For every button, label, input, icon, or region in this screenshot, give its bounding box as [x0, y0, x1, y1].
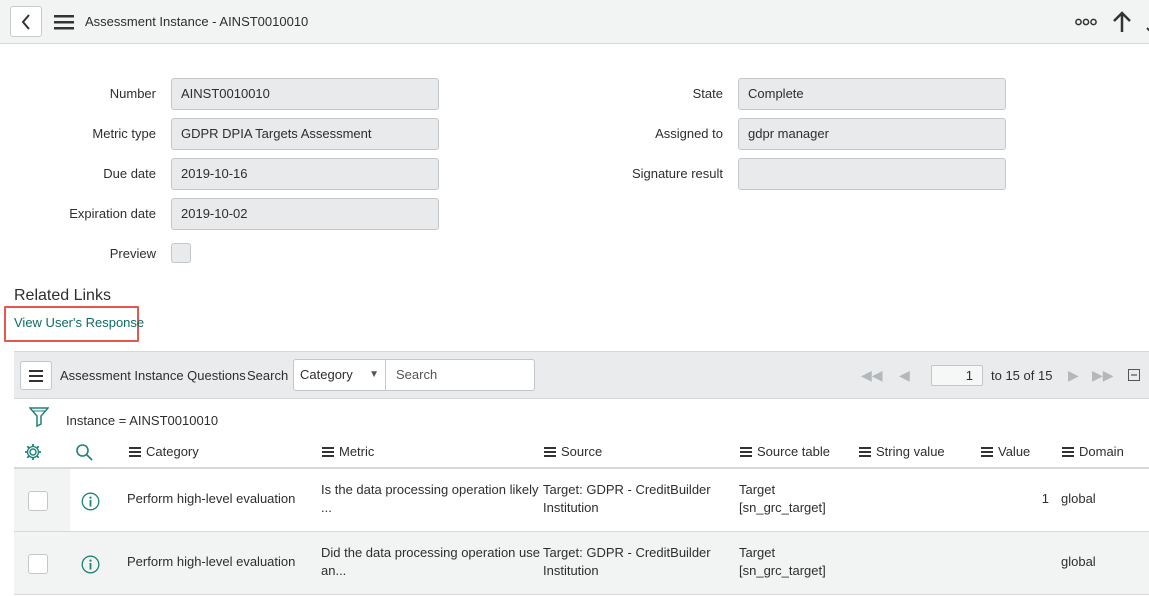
due-date-field[interactable]: 2019-10-16 — [171, 158, 439, 190]
row-checkbox[interactable] — [28, 554, 48, 574]
collapse-icon — [1131, 374, 1137, 376]
cell-category[interactable]: Perform high-level evaluation — [127, 553, 295, 571]
next-page-icon[interactable]: ▶ — [1068, 367, 1079, 384]
column-label: String value — [876, 444, 945, 459]
hamburger-menu-icon — [29, 369, 43, 382]
column-menu-icon[interactable] — [859, 446, 871, 457]
cell-domain: global — [1061, 491, 1096, 506]
page-number-input[interactable]: 1 — [931, 365, 983, 386]
cell-domain: global — [1061, 554, 1096, 569]
column-label: Source table — [757, 444, 830, 459]
next-record-button[interactable] — [1140, 12, 1149, 32]
assigned-to-label: Assigned to — [655, 126, 723, 141]
back-button[interactable] — [10, 6, 42, 37]
column-menu-icon[interactable] — [981, 446, 993, 457]
column-menu-icon[interactable] — [544, 446, 556, 457]
column-menu-icon[interactable] — [1062, 446, 1074, 457]
column-label: Domain — [1079, 444, 1124, 459]
column-header-source[interactable]: Source — [544, 444, 602, 459]
search-field-value: Category — [300, 367, 353, 382]
column-label: Source — [561, 444, 603, 459]
state-label: State — [692, 86, 723, 101]
cell-source-table-line1: Target — [739, 545, 776, 560]
assigned-to-field[interactable]: gdpr manager — [738, 118, 1006, 150]
filter-breadcrumb[interactable]: Instance = AINST0010010 — [66, 413, 218, 428]
page-count-label: to 15 of 15 — [991, 368, 1053, 383]
cell-value: 1 — [1041, 491, 1049, 506]
context-menu-button[interactable] — [53, 12, 75, 32]
list-context-menu-button[interactable] — [20, 361, 52, 390]
column-menu-icon[interactable] — [129, 446, 141, 457]
related-list-toolbar: Assessment Instance Questions Search Cat… — [14, 351, 1149, 399]
info-circle-icon[interactable] — [81, 492, 100, 511]
row-select-cell — [14, 469, 70, 531]
cell-source-line2[interactable]: Institution — [543, 562, 599, 580]
cell-metric-line1: Did the data processing operation use — [321, 545, 540, 560]
search-field-select[interactable]: Category ▼ — [293, 359, 386, 391]
related-links-heading: Related Links — [14, 287, 111, 304]
gear-icon[interactable] — [24, 443, 42, 461]
table-row: Perform high-level evaluation Did the da… — [14, 532, 1149, 595]
metric-type-field[interactable]: GDPR DPIA Targets Assessment — [171, 118, 439, 150]
number-field[interactable]: AINST0010010 — [171, 78, 439, 110]
metric-type-label: Metric type — [92, 126, 156, 141]
cell-source-line1[interactable]: Target: GDPR - CreditBuilder — [543, 544, 711, 562]
related-list-title: Assessment Instance Questions — [60, 368, 246, 383]
column-menu-icon[interactable] — [740, 446, 752, 457]
row-checkbox[interactable] — [28, 491, 48, 511]
form-header: Assessment Instance - AINST0010010 — [0, 0, 1149, 44]
signature-result-field[interactable] — [738, 158, 1006, 190]
info-circle-icon[interactable] — [81, 555, 100, 574]
cell-category[interactable]: Perform high-level evaluation — [127, 490, 295, 508]
column-label: Value — [998, 444, 1031, 459]
cell-source-table-line1: Target — [739, 482, 776, 497]
column-header-string-value[interactable]: String value — [859, 444, 945, 459]
scroll-up-button[interactable] — [1110, 10, 1134, 34]
column-header-source-table[interactable]: Source table — [740, 444, 830, 459]
cell-metric-line2: ... — [321, 500, 332, 515]
cell-source-line2[interactable]: Institution — [543, 499, 599, 517]
number-label: Number — [109, 86, 156, 101]
expiration-date-field[interactable]: 2019-10-02 — [171, 198, 439, 230]
more-options-icon — [1075, 18, 1097, 26]
column-header-value[interactable]: Value — [981, 444, 1030, 459]
cell-metric-line2: an... — [321, 563, 347, 578]
column-label: Metric — [339, 444, 375, 459]
expiration-date-label: Expiration date — [69, 206, 156, 221]
filter-icon[interactable] — [28, 406, 50, 428]
column-menu-icon[interactable] — [322, 446, 334, 457]
last-page-icon[interactable]: ▶▶ — [1092, 367, 1114, 384]
arrow-down-icon — [1146, 27, 1149, 32]
first-page-icon[interactable]: ◀◀ — [861, 367, 883, 384]
search-label: Search — [247, 368, 289, 383]
preview-checkbox[interactable] — [171, 243, 191, 263]
due-date-label: Due date — [103, 166, 156, 181]
table-row: Perform high-level evaluation Is the dat… — [14, 469, 1149, 532]
signature-result-label: Signature result — [631, 166, 723, 181]
cell-source-table-line2: [sn_grc_target] — [739, 563, 826, 578]
search-icon[interactable] — [75, 443, 93, 461]
collapse-list-button[interactable] — [1128, 369, 1140, 381]
column-header-domain[interactable]: Domain — [1062, 444, 1124, 459]
caret-down-icon: ▼ — [369, 369, 379, 380]
chevron-left-icon — [21, 13, 30, 30]
preview-label: Preview — [109, 246, 156, 261]
view-users-response-link[interactable]: View User's Response — [14, 315, 144, 330]
page-title: Assessment Instance - AINST0010010 — [85, 14, 309, 29]
search-input[interactable]: Search — [385, 359, 535, 391]
state-field[interactable]: Complete — [738, 78, 1006, 110]
column-header-metric[interactable]: Metric — [322, 444, 374, 459]
prev-page-icon[interactable]: ◀ — [899, 367, 910, 384]
row-select-cell — [14, 532, 70, 594]
arrow-up-icon — [1113, 11, 1131, 32]
cell-source-line1[interactable]: Target: GDPR - CreditBuilder — [543, 481, 711, 499]
column-header-category[interactable]: Category — [129, 444, 199, 459]
more-options-button[interactable] — [1073, 12, 1099, 32]
cell-source-table-line2: [sn_grc_target] — [739, 500, 826, 515]
column-label: Category — [146, 444, 199, 459]
cell-metric-line1: Is the data processing operation likely — [321, 482, 539, 497]
hamburger-menu-icon — [54, 15, 74, 30]
